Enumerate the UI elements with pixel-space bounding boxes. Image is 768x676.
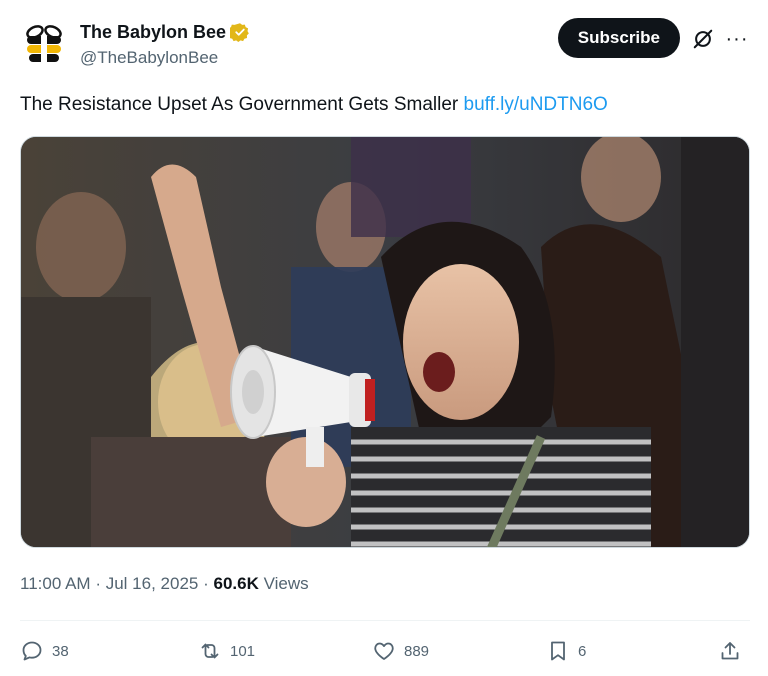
reply-icon (22, 641, 42, 661)
tweet-link[interactable]: buff.ly/uNDTN6O (464, 94, 608, 115)
tweet-meta: 11:00 AM · Jul 16, 2025 · 60.6K Views (20, 574, 309, 594)
divider (20, 620, 750, 621)
tweet-media-photo[interactable] (20, 136, 750, 548)
share-icon (721, 642, 739, 660)
repost-count: 101 (230, 642, 256, 660)
author-handle[interactable]: @TheBabylonBee (80, 48, 250, 68)
tweet-body: The Resistance Upset As Government Gets … (20, 94, 459, 115)
tweet-time[interactable]: 11:00 AM (20, 574, 91, 593)
repost-button[interactable]: 101 (198, 636, 255, 666)
views-label: Views (263, 574, 309, 593)
display-name[interactable]: The Babylon Bee (80, 22, 226, 43)
views-count: 60.6K (213, 574, 259, 593)
share-button[interactable] (718, 636, 742, 666)
repost-icon (201, 643, 219, 659)
grok-icon[interactable] (690, 26, 716, 52)
like-button[interactable]: 889 (372, 636, 429, 666)
tweet-actions: 38 101 889 6 (20, 636, 750, 666)
reply-count: 38 (52, 642, 69, 660)
meta-separator-2: · (203, 574, 209, 593)
bookmark-icon (551, 641, 565, 661)
meta-separator: · (95, 574, 101, 593)
tweet-text: The Resistance Upset As Government Gets … (20, 92, 608, 118)
reply-button[interactable]: 38 (20, 636, 69, 666)
author-names[interactable]: The Babylon Bee @TheBabylonBee (80, 20, 250, 68)
tweet-date[interactable]: Jul 16, 2025 (106, 574, 199, 593)
bookmark-button[interactable]: 6 (546, 636, 586, 666)
like-count: 889 (404, 642, 430, 660)
bookmark-count: 6 (578, 642, 587, 660)
subscribe-button[interactable]: Subscribe (557, 18, 680, 58)
tweet-header: The Babylon Bee @TheBabylonBee Subscribe… (20, 16, 750, 72)
bee-logo-icon[interactable] (20, 20, 68, 68)
verified-badge-icon[interactable] (227, 22, 250, 42)
more-options-icon[interactable]: ··· (724, 26, 750, 52)
protest-photo (21, 137, 749, 547)
heart-icon (374, 642, 394, 660)
